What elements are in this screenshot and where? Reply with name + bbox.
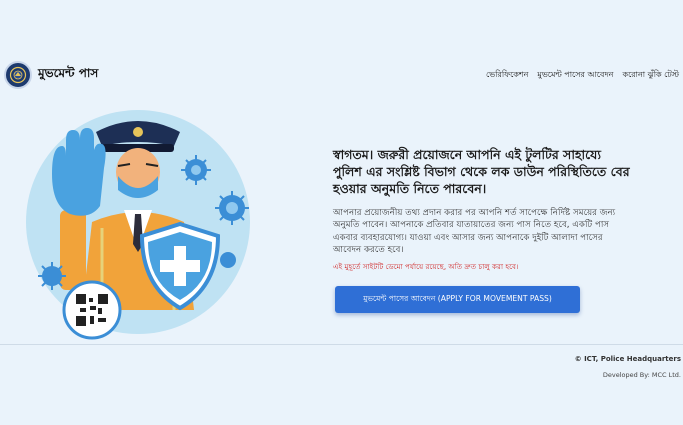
nav-item-apply-pass[interactable]: মুভমেন্ট পাসের আবেদন [537,69,613,82]
police-emblem-icon [4,61,32,89]
hero-description: আপনার প্রয়োজনীয় তথ্য প্রদান করার পর আপ… [333,208,616,256]
footer-divider [0,344,683,345]
hero-content: স্বাগতম। জরুরী প্রয়োজনে আপনি এই টুলটির … [333,146,633,274]
top-navbar: মুভমেন্ট পাস ভেরিফিকেশন মুভমেন্ট পাসের আ… [0,52,683,98]
footer-developer: Developed By: MCC Ltd. [602,371,681,379]
nav-links: ভেরিফিকেশন মুভমেন্ট পাসের আবেদন করোনা ঝু… [486,69,679,82]
footer-copyright: © ICT, Police Headquarters [574,355,681,363]
demo-notice: এই মুহূর্তে সাইটটি ডেমো পর্যায়ে রয়েছে,… [333,261,519,271]
hero-headline: স্বাগতম। জরুরী প্রয়োজনে আপনি এই টুলটির … [333,147,630,196]
hero-illustration [26,110,250,340]
qr-code-icon [62,280,122,340]
brand[interactable]: মুভমেন্ট পাস [4,61,98,89]
nav-item-verification[interactable]: ভেরিফিকেশন [486,69,528,82]
apply-movement-pass-button[interactable]: মুভমেন্ট পাসের আবেদন (APPLY FOR MOVEMENT… [335,286,580,313]
brand-title: মুভমেন্ট পাস [38,66,99,80]
nav-item-corona-risk-test[interactable]: করোনা ঝুঁকি টেস্ট [622,69,679,82]
